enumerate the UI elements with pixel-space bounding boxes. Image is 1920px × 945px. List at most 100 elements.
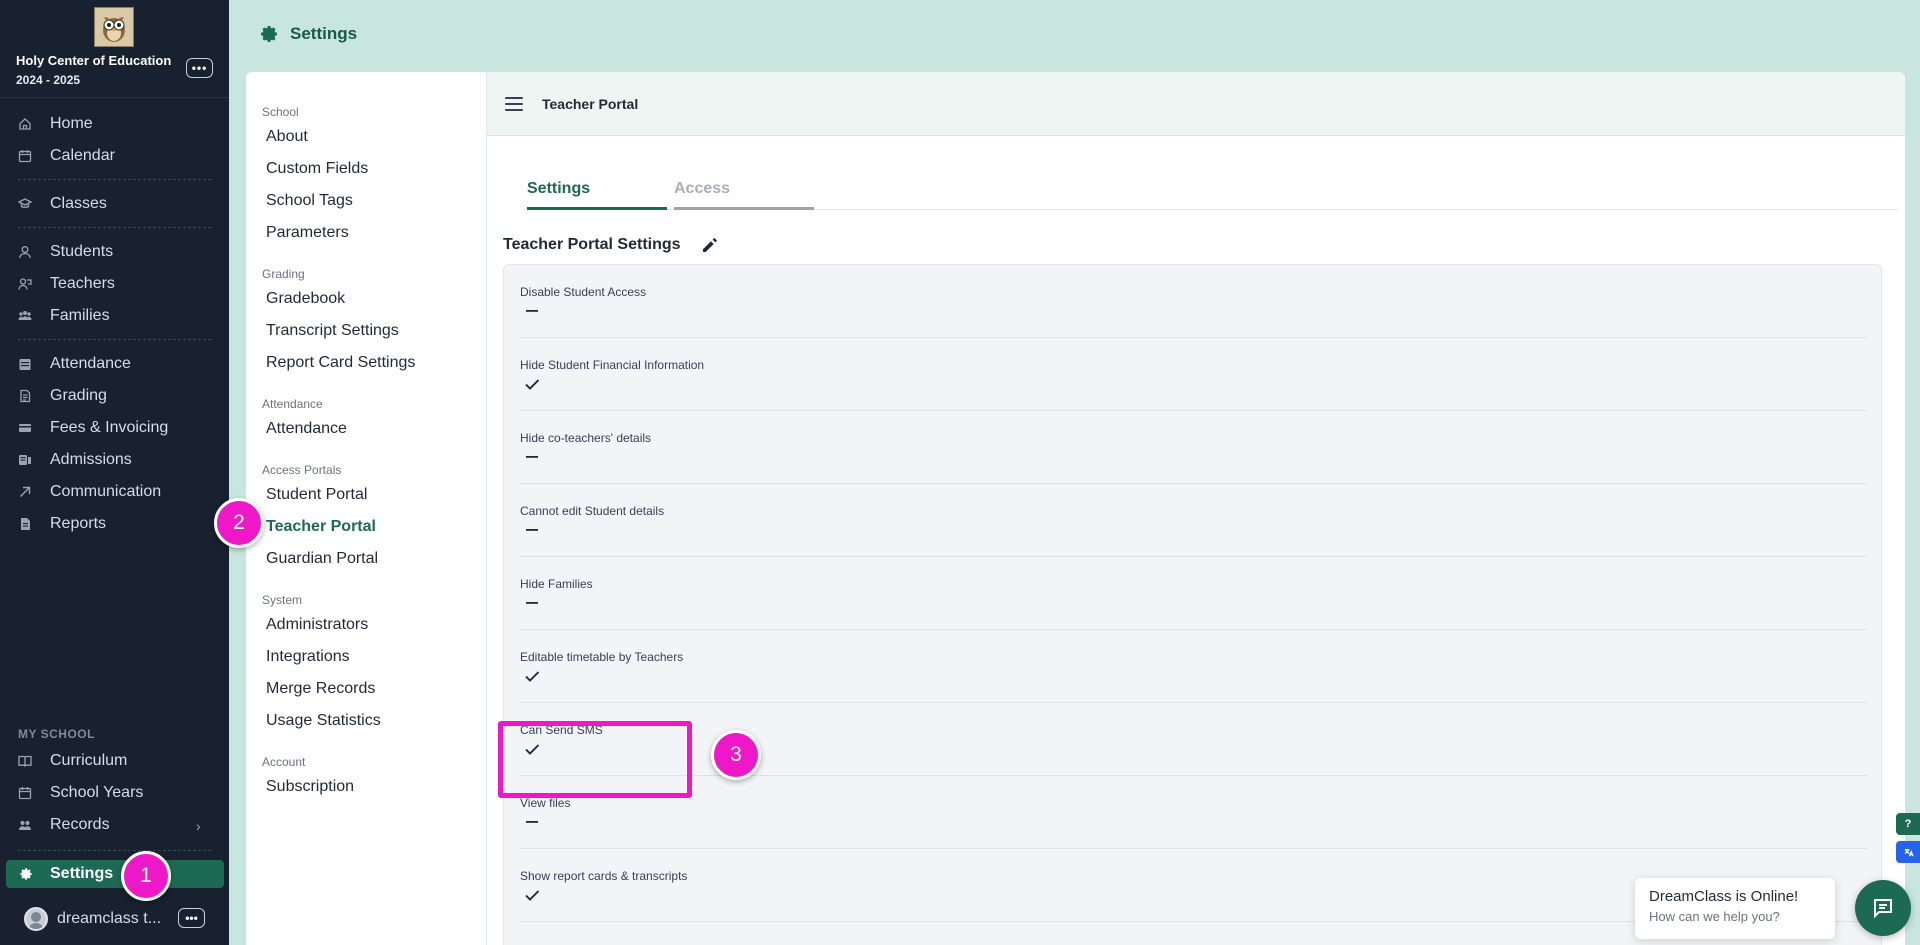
sidebar-item-label: Admissions: [50, 451, 132, 468]
menu-category-account: Account: [262, 755, 306, 769]
tab-settings[interactable]: Settings: [527, 168, 667, 210]
menu-link-parameters[interactable]: Parameters: [266, 224, 349, 242]
menu-link-teacher-portal[interactable]: Teacher Portal: [266, 518, 376, 536]
sidebar-item-label: Fees & Invoicing: [50, 419, 169, 436]
dash-icon: [524, 814, 540, 830]
sidebar-item-reports[interactable]: Reports: [18, 512, 106, 536]
menu-category-system: System: [262, 593, 303, 607]
sidebar-item-label: Teachers: [50, 275, 115, 292]
sidebar-item-communication[interactable]: Communication: [18, 480, 161, 504]
menu-link-integrations[interactable]: Integrations: [266, 648, 350, 666]
graduation-cap-icon: [18, 197, 32, 211]
chat-icon: [1874, 899, 1892, 919]
setting-row: Cannot edit Student details: [520, 484, 1867, 557]
gear-icon: [19, 867, 33, 881]
calendar-icon: [18, 786, 32, 800]
help-button[interactable]: ?: [1896, 813, 1920, 835]
sidebar-item-settings[interactable]: Settings: [6, 860, 224, 888]
setting-row: Hide co-teachers' details: [520, 411, 1867, 484]
menu-link-usage-statistics[interactable]: Usage Statistics: [266, 712, 381, 730]
gear-icon: [259, 24, 279, 44]
dash-icon: [524, 303, 540, 319]
sidebar-item-label: Attendance: [50, 355, 131, 372]
grading-icon: [18, 389, 32, 403]
sidebar-item-attendance[interactable]: Attendance: [18, 352, 131, 376]
menu-link-custom-fields[interactable]: Custom Fields: [266, 160, 368, 178]
menu-link-attendance[interactable]: Attendance: [266, 420, 347, 438]
menu-link-guardian-portal[interactable]: Guardian Portal: [266, 550, 378, 568]
sidebar-divider: [18, 227, 211, 228]
hamburger-menu-icon[interactable]: [505, 96, 523, 111]
menu-link-subscription[interactable]: Subscription: [266, 778, 354, 796]
menu-link-school-tags[interactable]: School Tags: [266, 192, 353, 210]
settings-card: Disable Student Access Hide Student Fina…: [503, 264, 1882, 945]
menu-link-transcript-settings[interactable]: Transcript Settings: [266, 322, 399, 340]
sidebar-item-label: Settings: [50, 865, 114, 882]
step-marker-2: 2: [214, 498, 264, 548]
sidebar-item-classes[interactable]: Classes: [18, 192, 107, 216]
setting-label: Editable timetable by Teachers: [520, 650, 684, 664]
avatar: [24, 907, 48, 931]
setting-row: Disable Student Access: [520, 265, 1867, 338]
setting-label: Show report cards & transcripts: [520, 869, 688, 883]
sidebar-item-curriculum[interactable]: Curriculum: [18, 749, 127, 773]
reports-icon: [18, 517, 32, 531]
menu-category-access-portals: Access Portals: [262, 463, 342, 477]
step-marker-1: 1: [121, 851, 171, 901]
sidebar-item-fees[interactable]: Fees & Invoicing: [18, 416, 168, 440]
pencil-edit-icon[interactable]: [699, 234, 721, 256]
sidebar-item-calendar[interactable]: Calendar: [18, 144, 115, 168]
setting-row: Hide Families: [520, 557, 1867, 630]
menu-link-merge-records[interactable]: Merge Records: [266, 680, 375, 698]
checkmark-icon: [524, 376, 540, 392]
chat-launcher-button[interactable]: [1855, 880, 1911, 936]
communication-arrow-icon: [18, 485, 32, 499]
school-year: 2024 - 2025: [16, 73, 81, 87]
translate-icon[interactable]: [1896, 841, 1920, 863]
sidebar-item-label: Home: [50, 115, 93, 132]
section-title: Teacher Portal Settings: [503, 234, 721, 256]
settings-menu: School About Custom Fields School Tags P…: [246, 72, 486, 945]
sidebar-item-label: Classes: [50, 195, 107, 212]
sidebar-item-students[interactable]: Students: [18, 240, 113, 264]
setting-label: Hide Student Financial Information: [520, 358, 705, 372]
menu-link-student-portal[interactable]: Student Portal: [266, 486, 367, 504]
content-topbar: Teacher Portal: [487, 72, 1905, 136]
sidebar-item-school-years[interactable]: School Years: [18, 781, 143, 805]
topbar-title: Teacher Portal: [542, 95, 639, 112]
owl-logo-icon: [94, 7, 134, 47]
user-more-button[interactable]: •••: [178, 908, 205, 928]
menu-link-about[interactable]: About: [266, 128, 308, 146]
sidebar-item-label: Students: [50, 243, 114, 260]
chat-greeting[interactable]: DreamClass is Online! How can we help yo…: [1635, 878, 1835, 939]
sidebar-item-admissions[interactable]: Admissions: [18, 448, 132, 472]
menu-link-gradebook[interactable]: Gradebook: [266, 290, 345, 308]
chevron-right-icon[interactable]: ›: [196, 818, 201, 834]
checkmark-icon: [524, 887, 540, 903]
dash-icon: [524, 595, 540, 611]
school-more-button[interactable]: •••: [186, 58, 213, 78]
teacher-icon: [18, 277, 32, 291]
sidebar-item-label: Grading: [50, 387, 107, 404]
menu-category-school: School: [262, 105, 299, 119]
sidebar-item-grading[interactable]: Grading: [18, 384, 107, 408]
menu-link-report-card-settings[interactable]: Report Card Settings: [266, 354, 415, 372]
sidebar-item-home[interactable]: Home: [18, 112, 93, 136]
tab-bar: Settings Access: [527, 168, 1898, 210]
page-header: Settings: [259, 24, 357, 44]
section-title-text: Teacher Portal Settings: [503, 236, 681, 253]
setting-row: Hide Student Financial Information: [520, 338, 1867, 411]
setting-label: Hide Families: [520, 577, 593, 591]
sidebar-item-families[interactable]: Families: [18, 304, 110, 328]
sidebar-item-records[interactable]: Records: [18, 813, 110, 837]
sidebar-item-label: Records: [50, 816, 110, 833]
setting-label: View files: [520, 796, 571, 810]
chat-title: DreamClass is Online!: [1649, 888, 1799, 905]
menu-link-administrators[interactable]: Administrators: [266, 616, 368, 634]
sidebar-item-teachers[interactable]: Teachers: [18, 272, 115, 296]
book-icon: [18, 754, 32, 768]
checkmark-icon: [524, 668, 540, 684]
sidebar-item-label: Communication: [50, 483, 162, 500]
tab-access[interactable]: Access: [674, 168, 814, 210]
sidebar-divider: [18, 179, 211, 180]
